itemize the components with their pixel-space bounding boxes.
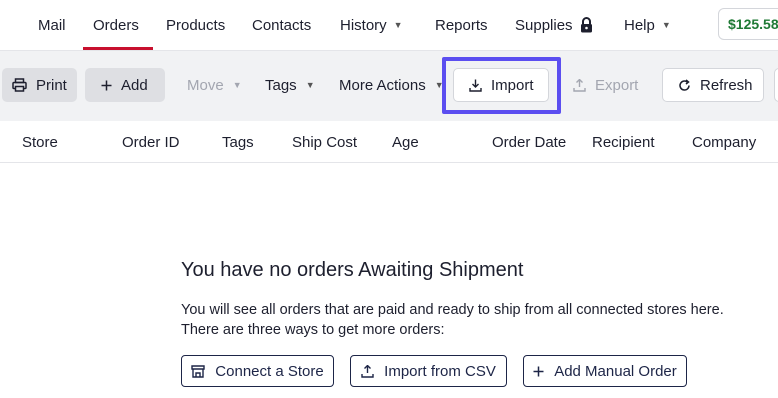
connect-store-label: Connect a Store [215, 362, 324, 380]
print-button[interactable]: Print [2, 68, 77, 102]
chevron-down-icon: ▼ [305, 80, 315, 90]
import-label: Import [491, 76, 534, 94]
nav-products-label: Products [166, 16, 226, 34]
nav-history[interactable]: History ▼ [340, 0, 403, 50]
column-age-label: Age [392, 133, 419, 151]
column-company-label: Company [692, 133, 757, 151]
nav-mail-label: Mail [38, 16, 66, 34]
nav-mail[interactable]: Mail [38, 0, 66, 50]
column-recipient[interactable]: Recipient [592, 122, 655, 162]
nav-supplies-label: Supplies [515, 16, 573, 34]
chevron-down-icon: ▼ [434, 80, 444, 90]
account-balance[interactable]: $125.58 [718, 8, 778, 40]
refresh-button[interactable]: Refresh [662, 68, 764, 102]
import-button[interactable]: Import [453, 68, 549, 102]
export-button[interactable]: Export [573, 68, 638, 102]
add-manual-order-label: Add Manual Order [554, 362, 677, 380]
column-order-date[interactable]: Order Date [492, 122, 566, 162]
export-label: Export [595, 76, 639, 94]
printer-icon [12, 78, 27, 92]
column-tags[interactable]: Tags [222, 122, 254, 162]
empty-state-title: You have no orders Awaiting Shipment [181, 259, 524, 281]
refresh-icon [679, 78, 690, 91]
column-order-date-label: Order Date [492, 133, 567, 151]
overflow-button[interactable] [774, 68, 778, 102]
column-store-label: Store [22, 133, 58, 151]
orders-toolbar: Print Add Move ▼ Tags ▼ More Actions ▼ I… [0, 51, 778, 121]
add-label: Add [121, 76, 148, 94]
nav-contacts[interactable]: Contacts [252, 0, 311, 50]
column-company[interactable]: Company [692, 122, 756, 162]
upload-icon [573, 78, 586, 92]
nav-orders[interactable]: Orders [83, 0, 153, 50]
chevron-down-icon: ▼ [661, 20, 671, 30]
chevron-down-icon: ▼ [232, 80, 242, 90]
add-button[interactable]: Add [85, 68, 165, 102]
add-manual-order-button[interactable]: Add Manual Order [523, 355, 687, 387]
download-icon [469, 79, 482, 92]
more-actions-label: More Actions [339, 76, 426, 94]
nav-contacts-label: Contacts [252, 16, 312, 34]
empty-state-line-2: There are three ways to get more orders: [181, 322, 445, 338]
refresh-label: Refresh [700, 76, 753, 94]
column-age[interactable]: Age [392, 122, 419, 162]
store-icon [191, 364, 205, 378]
move-label: Move [187, 76, 224, 94]
column-order-id-label: Order ID [122, 133, 180, 151]
orders-table-header: Store Order ID Tags Ship Cost Age Order … [0, 122, 778, 163]
plus-icon [101, 80, 112, 90]
column-ship-cost-label: Ship Cost [292, 133, 358, 151]
connect-store-button[interactable]: Connect a Store [181, 355, 334, 387]
nav-history-label: History [340, 16, 387, 34]
nav-reports-label: Reports [435, 16, 488, 34]
empty-state-line-1: You will see all orders that are paid an… [181, 302, 724, 318]
top-navigation: Mail Orders Products Contacts History ▼ … [0, 0, 778, 51]
column-tags-label: Tags [222, 133, 254, 151]
tags-label: Tags [265, 76, 297, 94]
plus-icon [533, 366, 544, 376]
upload-icon [361, 364, 374, 378]
balance-amount: $125.58 [728, 16, 778, 32]
move-button[interactable]: Move ▼ [187, 68, 242, 102]
more-actions-button[interactable]: More Actions ▼ [339, 68, 444, 102]
nav-supplies[interactable]: Supplies [515, 0, 593, 50]
lock-icon [580, 17, 592, 33]
tags-button[interactable]: Tags ▼ [265, 68, 315, 102]
column-store[interactable]: Store [22, 122, 58, 162]
print-label: Print [36, 76, 67, 94]
nav-help[interactable]: Help ▼ [624, 0, 671, 50]
nav-orders-label: Orders [93, 16, 139, 34]
nav-reports[interactable]: Reports [435, 0, 488, 50]
chevron-down-icon: ▼ [393, 20, 403, 30]
nav-help-label: Help [624, 16, 655, 34]
column-order-id[interactable]: Order ID [122, 122, 180, 162]
import-csv-button[interactable]: Import from CSV [350, 355, 507, 387]
empty-state-description: You will see all orders that are paid an… [181, 300, 724, 340]
column-recipient-label: Recipient [592, 133, 655, 151]
import-csv-label: Import from CSV [384, 362, 496, 380]
column-ship-cost[interactable]: Ship Cost [292, 122, 357, 162]
nav-products[interactable]: Products [166, 0, 225, 50]
